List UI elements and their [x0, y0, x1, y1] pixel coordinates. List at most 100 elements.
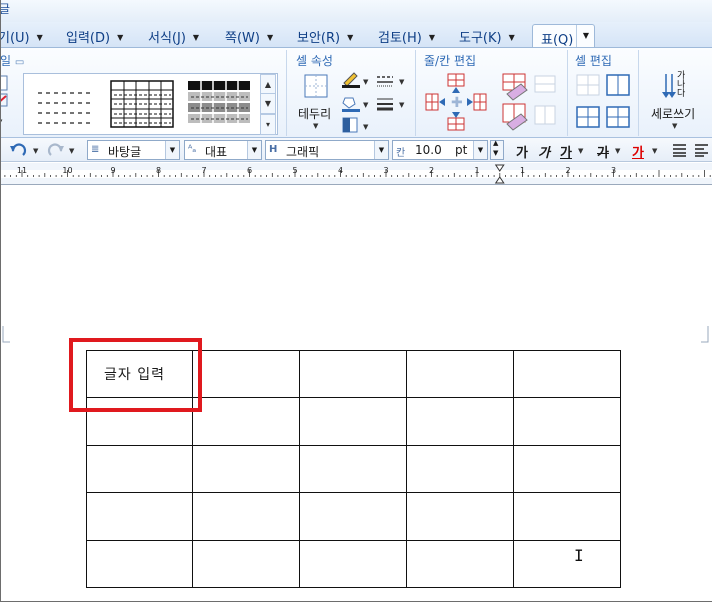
chevron-down-icon: ▼ — [347, 33, 354, 42]
table-style-grid[interactable] — [109, 79, 175, 129]
chevron-down-icon[interactable]: ▼ — [363, 101, 368, 109]
chevron-down-icon[interactable]: ▼ — [672, 122, 677, 130]
table-cell[interactable] — [513, 492, 621, 541]
table-cell[interactable] — [513, 349, 621, 399]
spin-down-icon[interactable]: ▼ — [493, 149, 498, 157]
border-icon[interactable] — [304, 74, 328, 98]
border-button[interactable]: 테두리 — [298, 105, 331, 122]
menu-review[interactable]: 검토(H) ▼ — [378, 27, 435, 46]
menu-page[interactable]: 쪽(W) ▼ — [225, 27, 273, 46]
chevron-down-icon[interactable]: ▼ — [313, 122, 318, 130]
table-cell[interactable] — [192, 349, 300, 399]
table-cell[interactable] — [513, 539, 621, 588]
table-style-gallery[interactable] — [23, 73, 278, 135]
table-cell[interactable] — [299, 397, 407, 446]
underline-button[interactable]: 가 — [560, 142, 572, 161]
menu-insert[interactable]: 입력(D) ▼ — [66, 27, 123, 46]
menu-view-label: 기(U) — [0, 31, 30, 46]
merge-split-cell-icons[interactable] — [576, 74, 634, 132]
table-cell[interactable] — [406, 444, 514, 494]
table-cell[interactable] — [192, 444, 300, 494]
pen-color-icon[interactable] — [340, 70, 362, 88]
gallery-scroll-down[interactable]: ▼ — [260, 93, 276, 114]
chevron-down-icon[interactable]: ▼ — [69, 147, 74, 155]
table-cell[interactable] — [86, 539, 193, 588]
chevron-down-icon[interactable]: ▼ — [473, 141, 487, 159]
chevron-down-icon[interactable]: ▼ — [652, 147, 657, 155]
table-cell[interactable] — [299, 444, 407, 494]
ruler-ticks: 11 10 9 8 7 6 5 4 3 2 1 1 2 3 — [1, 164, 712, 184]
table-cell[interactable] — [513, 397, 621, 446]
undo-icon[interactable] — [9, 142, 29, 158]
font-size-field[interactable]: 칸 10.0 pt ▼ — [392, 140, 488, 160]
chevron-down-icon[interactable]: ▼ — [578, 147, 583, 155]
chevron-down-icon[interactable]: ▼ — [363, 78, 368, 86]
text-cursor-icon: I — [574, 546, 584, 565]
group-separator — [567, 50, 568, 136]
table-cell[interactable] — [406, 492, 514, 541]
ruler-label: 11 — [17, 166, 27, 175]
menu-table-tab[interactable]: 표(Q) ▼ — [532, 24, 595, 48]
delete-row-col-icons[interactable] — [501, 72, 561, 132]
table-cell[interactable] — [299, 492, 407, 541]
italic-button[interactable]: 가 — [538, 142, 550, 161]
menu-tab-bar: 기(U) ▼ 입력(D) ▼ 서식(J) ▼ 쪽(W) ▼ 보안(R) ▼ 검토(H) ▼ … — [1, 22, 712, 47]
cell-shade-icon[interactable] — [342, 117, 358, 133]
chevron-down-icon: ▼ — [266, 33, 274, 42]
language-select[interactable]: ᴬₐ 대표 ▼ — [184, 140, 262, 160]
line-width-icon[interactable] — [376, 97, 394, 111]
table-cell[interactable] — [406, 349, 514, 399]
menu-tools[interactable]: 도구(K) ▼ — [459, 27, 515, 46]
bold-button[interactable]: 가 — [516, 142, 528, 161]
font-select[interactable]: H 그래픽 ▼ — [265, 140, 389, 160]
chevron-down-icon[interactable]: ▼ — [165, 141, 179, 159]
chevron-down-icon[interactable]: ▼ — [374, 141, 388, 159]
fill-color-icon[interactable] — [340, 94, 362, 112]
menu-view[interactable]: 기(U) ▼ — [0, 27, 43, 46]
chevron-down-icon[interactable]: ▼ — [615, 147, 620, 155]
document-page[interactable]: 글자 입력 I — [1, 186, 712, 601]
line-type-icon[interactable] — [376, 74, 394, 88]
chevron-down-icon[interactable]: ▼ — [33, 147, 38, 155]
group-separator — [415, 50, 416, 136]
align-buttons[interactable] — [672, 143, 712, 157]
gallery-expand[interactable]: ▾ — [260, 114, 276, 135]
chevron-down-icon[interactable]: ▼ — [247, 141, 261, 159]
table-style-shaded[interactable] — [186, 79, 252, 129]
table-cell[interactable] — [192, 492, 300, 541]
title-bar: 글 — [1, 0, 712, 22]
horizontal-ruler[interactable]: 11 10 9 8 7 6 5 4 3 2 1 1 2 3 — [1, 163, 712, 185]
table-cell[interactable] — [192, 397, 300, 446]
chevron-down-icon[interactable]: ▼ — [363, 123, 368, 131]
insert-row-col-icons[interactable]: ✚ — [425, 72, 491, 134]
gallery-scroll-up[interactable]: ▲ — [260, 74, 276, 95]
svg-text:▼: ▼ — [0, 118, 3, 126]
vertical-text-glyphs: 가나다 — [677, 71, 686, 99]
menu-insert-label: 입력(D) — [66, 31, 111, 46]
paragraph-style-select[interactable]: ≣ 바탕글 ▼ — [87, 140, 180, 160]
table-cell[interactable] — [86, 492, 193, 541]
chevron-down-icon[interactable]: ▼ — [399, 101, 404, 109]
menu-page-label: 쪽(W) — [225, 31, 260, 46]
font-size-spinner[interactable]: ▲ ▼ — [490, 139, 504, 160]
table-cell[interactable] — [406, 539, 514, 588]
table-cell[interactable] — [192, 539, 300, 588]
table-cell[interactable] — [406, 397, 514, 446]
table-cell[interactable] — [86, 444, 193, 494]
strikethrough-button[interactable]: 가 — [597, 142, 609, 161]
table-cell[interactable] — [299, 349, 407, 399]
table-row — [86, 492, 621, 541]
table-cell[interactable] — [513, 444, 621, 494]
chevron-down-icon[interactable]: ▼ — [576, 25, 595, 47]
spin-up-icon[interactable]: ▲ — [493, 139, 498, 147]
table-style-dashed[interactable] — [32, 79, 98, 129]
font-color-button[interactable]: 가 — [632, 142, 644, 161]
vertical-text-button[interactable]: 세로쓰기 — [651, 105, 695, 122]
ruler-label: 7 — [201, 166, 206, 175]
redo-icon[interactable] — [45, 142, 65, 158]
menu-format[interactable]: 서식(J) ▼ — [148, 27, 199, 46]
menu-security[interactable]: 보안(R) ▼ — [297, 27, 353, 46]
chevron-down-icon[interactable]: ▼ — [399, 78, 404, 86]
table-style-icon[interactable]: ▼ — [0, 74, 9, 128]
table-cell[interactable] — [299, 539, 407, 588]
